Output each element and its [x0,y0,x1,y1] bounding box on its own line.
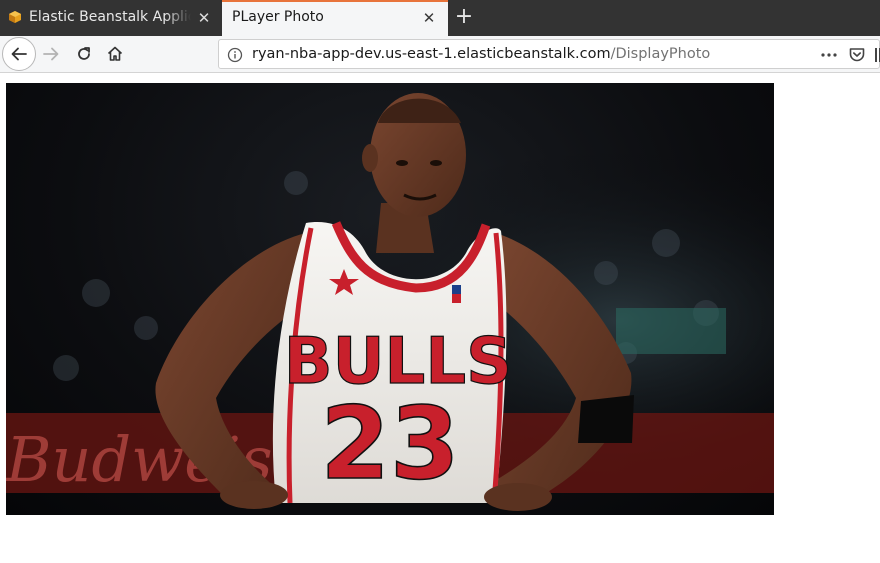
more-dots-icon[interactable] [819,47,839,63]
reload-icon [78,47,90,60]
basketball-player-image: Budweiser BULLS 23 [6,83,774,515]
reload-button[interactable] [70,40,98,68]
address-bar[interactable]: ryan-nba-app-dev.us-east-1.elasticbeanst… [218,39,880,69]
library-icon[interactable] [874,46,880,64]
tab-player-photo[interactable]: PLayer Photo ✕ [222,0,448,36]
info-icon[interactable] [227,47,243,63]
url-text[interactable]: ryan-nba-app-dev.us-east-1.elasticbeanst… [252,46,710,62]
plus-icon[interactable]: + [452,6,476,30]
url-host: ryan-nba-app-dev.us-east-1.elasticbeanst… [252,46,611,62]
close-icon[interactable]: ✕ [195,9,213,27]
home-button[interactable] [101,40,129,68]
jersey-number-text: 23 [320,385,459,502]
url-path: /DisplayPhoto [610,46,711,62]
back-button[interactable] [2,37,36,71]
forward-arrow-icon [43,47,59,61]
player-photo: Budweiser BULLS 23 [6,83,774,515]
forward-button[interactable] [37,40,65,68]
close-icon[interactable]: ✕ [420,9,438,27]
pocket-icon[interactable] [848,46,866,64]
tab-elastic-beanstalk[interactable]: Elastic Beanstalk Application ✕ [0,0,222,36]
navigation-toolbar: ryan-nba-app-dev.us-east-1.elasticbeanst… [0,36,880,73]
tab-strip: Elastic Beanstalk Application ✕ PLayer P… [0,0,880,36]
tab-title: PLayer Photo [232,9,324,25]
page-content: Budweiser BULLS 23 [0,74,880,563]
aws-box-icon [9,11,21,23]
home-icon [107,46,123,61]
back-arrow-icon [11,47,27,61]
tab-title: Elastic Beanstalk Application [29,9,191,25]
